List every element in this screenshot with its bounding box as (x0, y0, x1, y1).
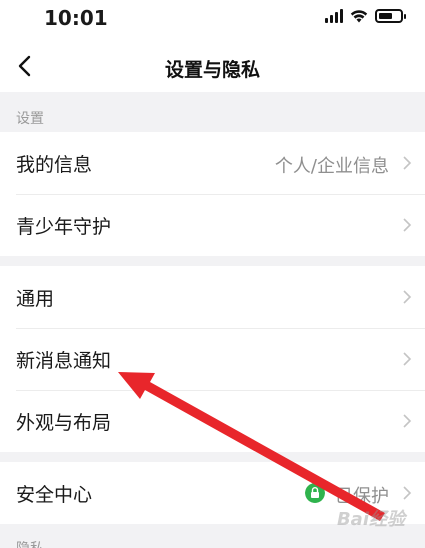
chevron-right-icon (403, 156, 412, 170)
page-title: 设置与隐私 (164, 59, 260, 81)
row-my-info[interactable]: 我的信息 个人/企业信息 (0, 132, 425, 194)
chevron-right-icon (403, 486, 412, 500)
row-label: 新消息通知 (16, 350, 112, 372)
settings-group-general: 通用 新消息通知 外观与布局 (0, 266, 425, 452)
status-bar: 10:01 (0, 0, 425, 40)
chevron-right-icon (403, 352, 412, 366)
row-label: 通用 (16, 288, 55, 310)
row-new-message-notifications[interactable]: 新消息通知 (0, 328, 425, 390)
row-value: 个人/企业信息 (274, 156, 389, 177)
status-time: 10:01 (44, 6, 108, 30)
section-header-privacy: 隐私 (16, 538, 44, 548)
row-youth-mode[interactable]: 青少年守护 (0, 194, 425, 256)
chevron-right-icon (403, 414, 412, 428)
section-header-settings: 设置 (16, 111, 44, 127)
cellular-signal-icon (325, 9, 343, 23)
wifi-icon (350, 10, 368, 23)
row-appearance-layout[interactable]: 外观与布局 (0, 390, 425, 452)
nav-bar: 设置与隐私 (0, 40, 425, 92)
chevron-right-icon (403, 218, 412, 232)
row-label: 我的信息 (16, 154, 93, 176)
row-general[interactable]: 通用 (0, 266, 425, 328)
status-icons (325, 9, 406, 23)
battery-icon (375, 9, 406, 23)
row-label: 外观与布局 (16, 412, 112, 434)
shield-lock-icon (305, 483, 325, 503)
watermark: Bai经验 (336, 509, 405, 530)
settings-group-account: 我的信息 个人/企业信息 青少年守护 (0, 132, 425, 256)
row-label: 安全中心 (16, 484, 93, 506)
chevron-right-icon (403, 290, 412, 304)
row-label: 青少年守护 (16, 216, 112, 238)
